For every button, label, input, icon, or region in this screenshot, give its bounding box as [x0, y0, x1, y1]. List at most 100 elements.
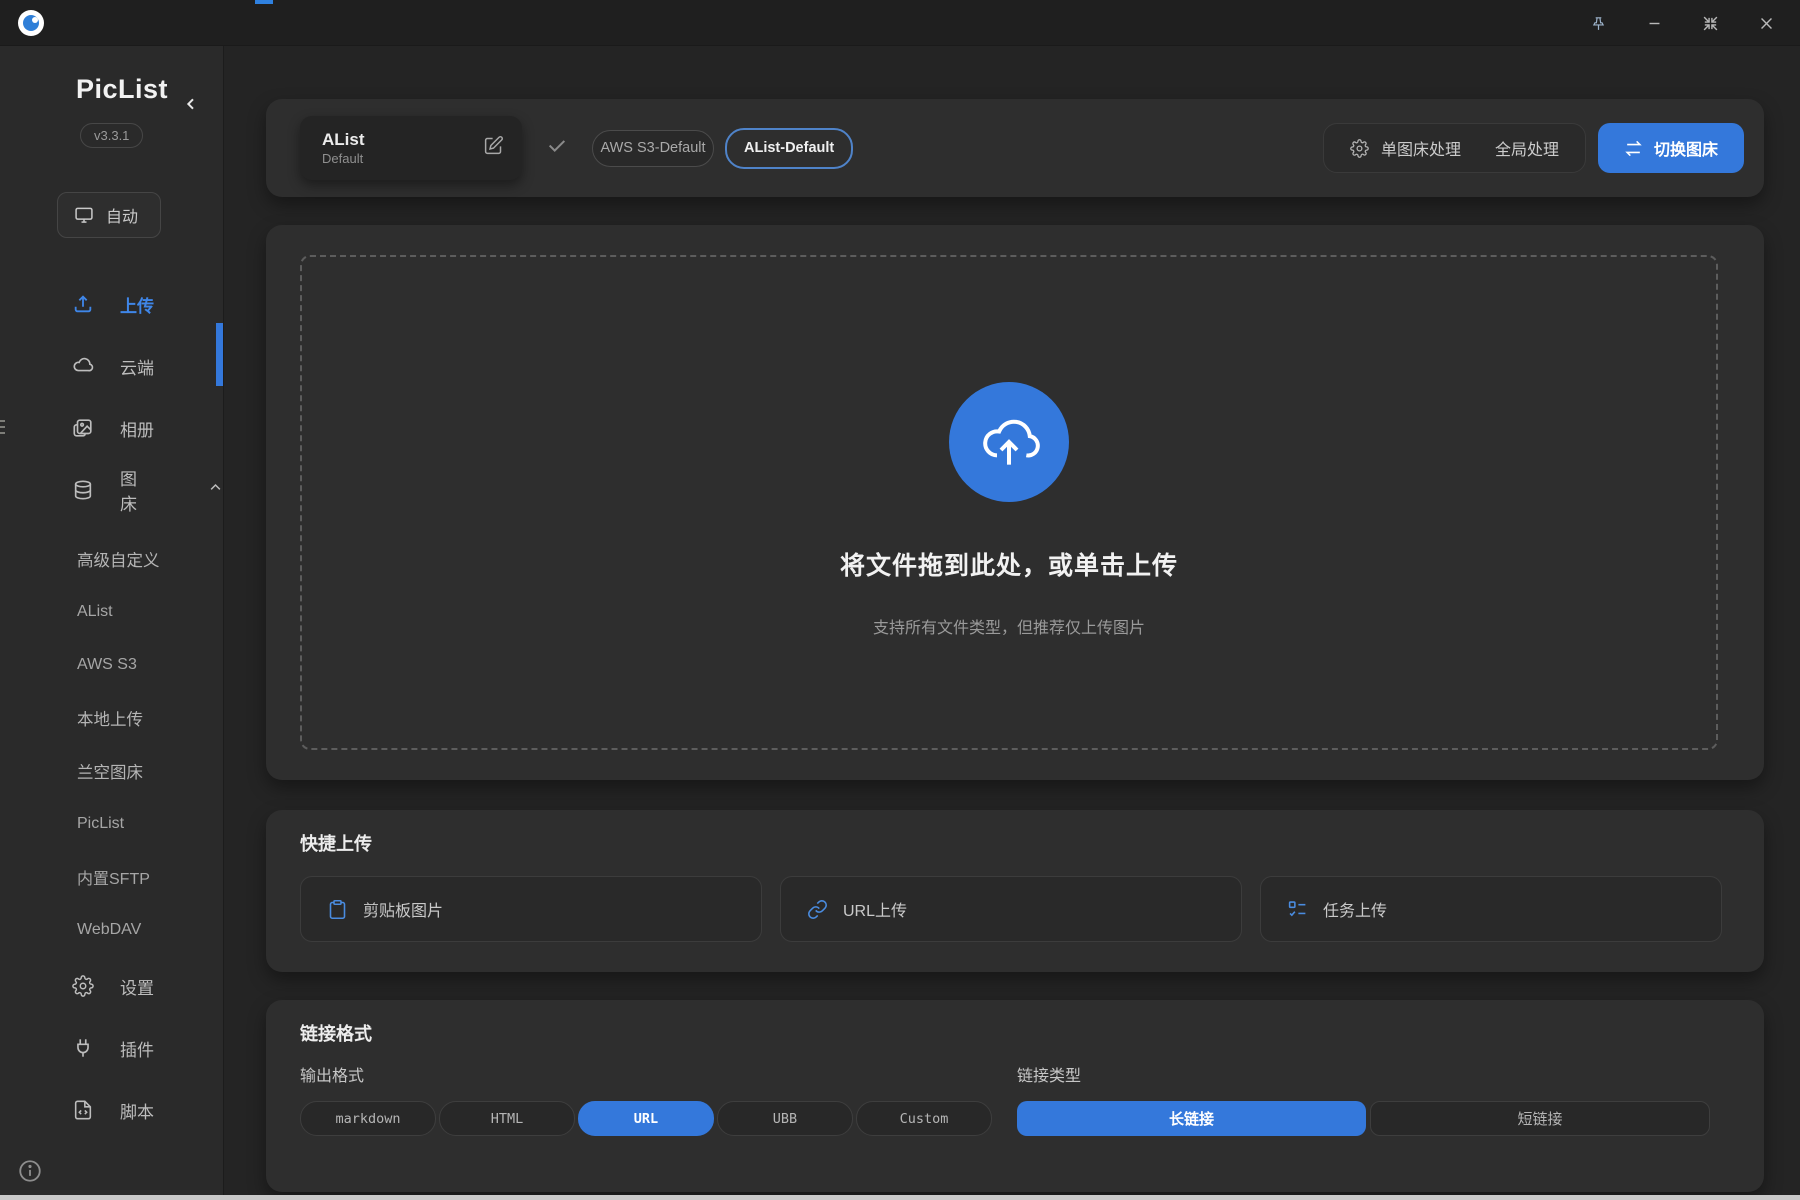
link-format-panel: 链接格式 输出格式 markdown HTML URL UBB Custom [266, 1000, 1764, 1192]
url-upload-card[interactable]: URL上传 [780, 876, 1242, 942]
sidebar-item-label: 脚本 [120, 1098, 154, 1123]
format-button-ubb[interactable]: UBB [717, 1101, 853, 1136]
format-button-html[interactable]: HTML [439, 1101, 575, 1136]
pin-window-button[interactable] [1588, 13, 1608, 33]
current-imagebed-profile: Default [322, 150, 365, 167]
main-content: AList Default AWS S3-Default [224, 46, 1800, 1200]
quick-upload-header: 快捷上传 [300, 830, 1722, 856]
cloud-icon [72, 355, 94, 377]
format-button-url[interactable]: URL [578, 1101, 714, 1136]
format-button-custom[interactable]: Custom [856, 1101, 992, 1136]
switch-imagebed-button[interactable]: 切换图床 [1598, 123, 1744, 173]
submenu-item-piclist[interactable]: PicList [77, 797, 223, 850]
submenu-item-local-upload[interactable]: 本地上传 [77, 691, 223, 744]
sidebar-item-plugins[interactable]: 插件 [72, 1028, 223, 1068]
submenu-item-aws-s3[interactable]: AWS S3 [77, 638, 223, 691]
upload-cloud-badge [949, 382, 1069, 502]
close-button[interactable] [1756, 13, 1776, 33]
quick-card-label: 任务上传 [1323, 897, 1387, 921]
sidebar-item-label: 插件 [120, 1036, 154, 1061]
edge-grip-handle[interactable] [0, 412, 5, 442]
gear-icon [1350, 139, 1369, 158]
sidebar-item-cloud[interactable]: 云端 [72, 346, 223, 386]
link-type-label: 链接类型 [1017, 1062, 1710, 1086]
sidebar-item-label: 上传 [120, 292, 154, 317]
auto-mode-button[interactable]: 自动 [57, 192, 161, 238]
top-accent-sliver [255, 0, 273, 4]
sidebar-item-settings[interactable]: 设置 [72, 966, 223, 1006]
cloud-upload-icon [977, 410, 1041, 474]
edit-imagebed-button[interactable] [483, 135, 504, 161]
x-icon [1758, 15, 1775, 32]
sidebar-item-upload[interactable]: 上传 [72, 284, 223, 324]
submenu-item-builtin-sftp[interactable]: 内置SFTP [77, 850, 223, 903]
file-code-icon [72, 1099, 94, 1121]
chevron-left-icon [183, 96, 199, 112]
check-icon [546, 135, 568, 157]
monitor-icon [74, 205, 94, 225]
clipboard-icon [327, 899, 348, 920]
dropzone-title: 将文件拖到此处，或单击上传 [840, 546, 1178, 582]
window-bottom-edge [0, 1195, 1800, 1200]
imagebed-toolbar: AList Default AWS S3-Default [266, 99, 1764, 197]
task-upload-card[interactable]: 任务上传 [1260, 876, 1722, 942]
sidebar-item-label: 云端 [120, 354, 154, 379]
current-imagebed-card[interactable]: AList Default [300, 116, 522, 180]
edit-icon [483, 135, 504, 156]
submenu-item-alist[interactable]: AList [77, 585, 223, 638]
confirm-check-button[interactable] [546, 135, 568, 162]
sidebar-item-label: 设置 [120, 974, 154, 999]
sidebar-nav: 上传 云端 相册 [0, 284, 223, 1130]
current-imagebed-name: AList [322, 130, 365, 150]
album-icon [72, 417, 94, 439]
database-icon [72, 479, 94, 501]
imagebed-submenu: 高级自定义 AList AWS S3 本地上传 兰空图床 PicList 内置S… [0, 532, 223, 956]
swap-arrows-icon [1624, 139, 1643, 158]
output-format-label: 输出格式 [300, 1062, 992, 1086]
quick-upload-panel: 快捷上传 剪贴板图片 URL上传 [266, 810, 1764, 972]
collapse-sidebar-button[interactable] [183, 96, 199, 117]
output-format-group: markdown HTML URL UBB Custom [300, 1101, 992, 1136]
piclist-logo [18, 10, 44, 36]
about-button[interactable] [17, 1158, 43, 1184]
global-process-label: 全局处理 [1495, 136, 1559, 160]
single-bed-process-label: 单图床处理 [1381, 136, 1461, 160]
upload-dropzone[interactable]: 将文件拖到此处，或单击上传 支持所有文件类型，但推荐仅上传图片 [300, 255, 1718, 750]
link-type-short-button[interactable]: 短链接 [1370, 1101, 1710, 1136]
single-bed-process-button[interactable]: 单图床处理 [1350, 136, 1461, 160]
minimize-button[interactable] [1644, 13, 1664, 33]
restore-button[interactable] [1700, 13, 1720, 33]
submenu-item-advanced-custom[interactable]: 高级自定义 [77, 532, 223, 585]
submenu-item-webdav[interactable]: WebDAV [77, 903, 223, 956]
plug-icon [72, 1037, 94, 1059]
app-window: PicList v3.3.1 自动 上传 [0, 0, 1800, 1200]
sidebar: PicList v3.3.1 自动 上传 [0, 46, 224, 1200]
pushpin-icon [1590, 15, 1607, 32]
sidebar-item-scripts[interactable]: 脚本 [72, 1090, 223, 1130]
dropzone-subtitle: 支持所有文件类型，但推荐仅上传图片 [873, 614, 1145, 638]
sidebar-item-label: 相册 [120, 416, 154, 441]
version-badge: v3.3.1 [80, 123, 143, 148]
minus-icon [1646, 15, 1663, 32]
auto-mode-label: 自动 [106, 203, 138, 227]
quick-card-label: URL上传 [843, 897, 907, 921]
format-button-markdown[interactable]: markdown [300, 1101, 436, 1136]
sidebar-item-album[interactable]: 相册 [72, 408, 223, 448]
chevron-up-icon [208, 480, 223, 500]
gear-icon [72, 975, 94, 997]
upload-panel: 将文件拖到此处，或单击上传 支持所有文件类型，但推荐仅上传图片 [266, 225, 1764, 780]
task-list-icon [1287, 899, 1308, 920]
submenu-item-lankong[interactable]: 兰空图床 [77, 744, 223, 797]
clipboard-upload-card[interactable]: 剪贴板图片 [300, 876, 762, 942]
global-process-button[interactable]: 全局处理 [1495, 136, 1559, 160]
link-icon [807, 899, 828, 920]
profile-pill-aws-s3-default[interactable]: AWS S3-Default [592, 130, 714, 167]
sidebar-item-imagebed[interactable]: 图床 [72, 470, 223, 510]
profile-pill-alist-default[interactable]: AList-Default [725, 128, 853, 169]
arrows-inward-icon [1702, 15, 1719, 32]
link-type-long-button[interactable]: 长链接 [1017, 1101, 1366, 1136]
quick-card-label: 剪贴板图片 [363, 897, 443, 921]
titlebar[interactable] [0, 0, 1800, 46]
link-format-header: 链接格式 [300, 1020, 1710, 1046]
info-icon [17, 1158, 43, 1184]
